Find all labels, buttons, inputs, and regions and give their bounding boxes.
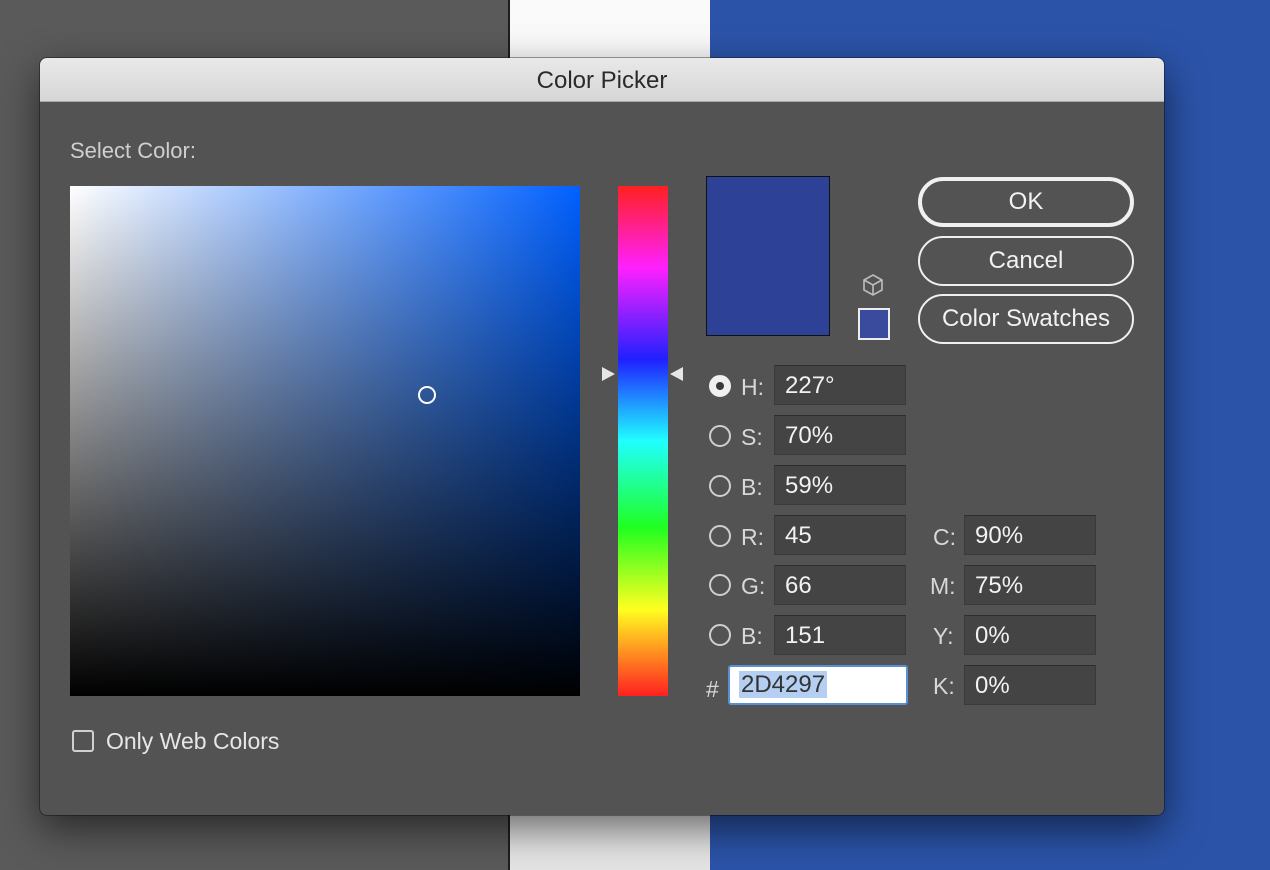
color-preview-swatch xyxy=(706,176,830,336)
red-field[interactable]: 45 xyxy=(774,515,906,555)
only-web-colors-label[interactable]: Only Web Colors xyxy=(106,728,279,755)
select-color-label: Select Color: xyxy=(70,138,196,163)
hex-hash-label: # xyxy=(706,676,719,702)
blue-label: B: xyxy=(741,623,763,649)
magenta-label: M: xyxy=(930,573,956,599)
green-field[interactable]: 66 xyxy=(774,565,906,605)
yellow-field[interactable]: 0% xyxy=(964,615,1096,655)
web-safe-swatch[interactable] xyxy=(858,308,890,340)
magenta-field[interactable]: 75% xyxy=(964,565,1096,605)
hue-slider-left-arrow[interactable] xyxy=(602,367,615,382)
blue-field[interactable]: 151 xyxy=(774,615,906,655)
only-web-colors-checkbox[interactable] xyxy=(72,730,94,752)
yellow-label: Y: xyxy=(933,623,954,649)
hue-slider[interactable] xyxy=(618,186,668,696)
saturation-label: S: xyxy=(741,424,763,450)
color-swatches-button[interactable]: Color Swatches xyxy=(918,294,1134,344)
saturation-radio[interactable] xyxy=(709,425,731,447)
saturation-field[interactable]: 70% xyxy=(774,415,906,455)
brightness-field[interactable]: 59% xyxy=(774,465,906,505)
black-field[interactable]: 0% xyxy=(964,665,1096,705)
cancel-button[interactable]: Cancel xyxy=(918,236,1134,286)
black-label: K: xyxy=(933,673,955,699)
red-radio[interactable] xyxy=(709,525,731,547)
hex-input[interactable]: 2D4297 xyxy=(728,665,908,705)
green-radio[interactable] xyxy=(709,574,731,596)
hue-field[interactable]: 227° xyxy=(774,365,906,405)
color-picker-dialog: Color Picker Select Color: OK Cancel Col… xyxy=(40,58,1164,815)
ok-button[interactable]: OK xyxy=(918,177,1134,227)
green-label: G: xyxy=(741,573,766,599)
dialog-title: Color Picker xyxy=(40,58,1164,102)
red-label: R: xyxy=(741,524,764,550)
brightness-label: B: xyxy=(741,474,763,500)
brightness-radio[interactable] xyxy=(709,475,731,497)
cyan-label: C: xyxy=(933,524,956,550)
hue-radio[interactable] xyxy=(709,375,731,397)
cube-icon[interactable] xyxy=(860,272,886,298)
saturation-brightness-field[interactable] xyxy=(70,186,580,696)
color-field-cursor[interactable] xyxy=(418,386,436,405)
hue-slider-right-arrow[interactable] xyxy=(670,367,683,382)
hex-value: 2D4297 xyxy=(739,671,828,698)
hue-label: H: xyxy=(741,374,764,400)
cyan-field[interactable]: 90% xyxy=(964,515,1096,555)
blue-radio[interactable] xyxy=(709,624,731,646)
